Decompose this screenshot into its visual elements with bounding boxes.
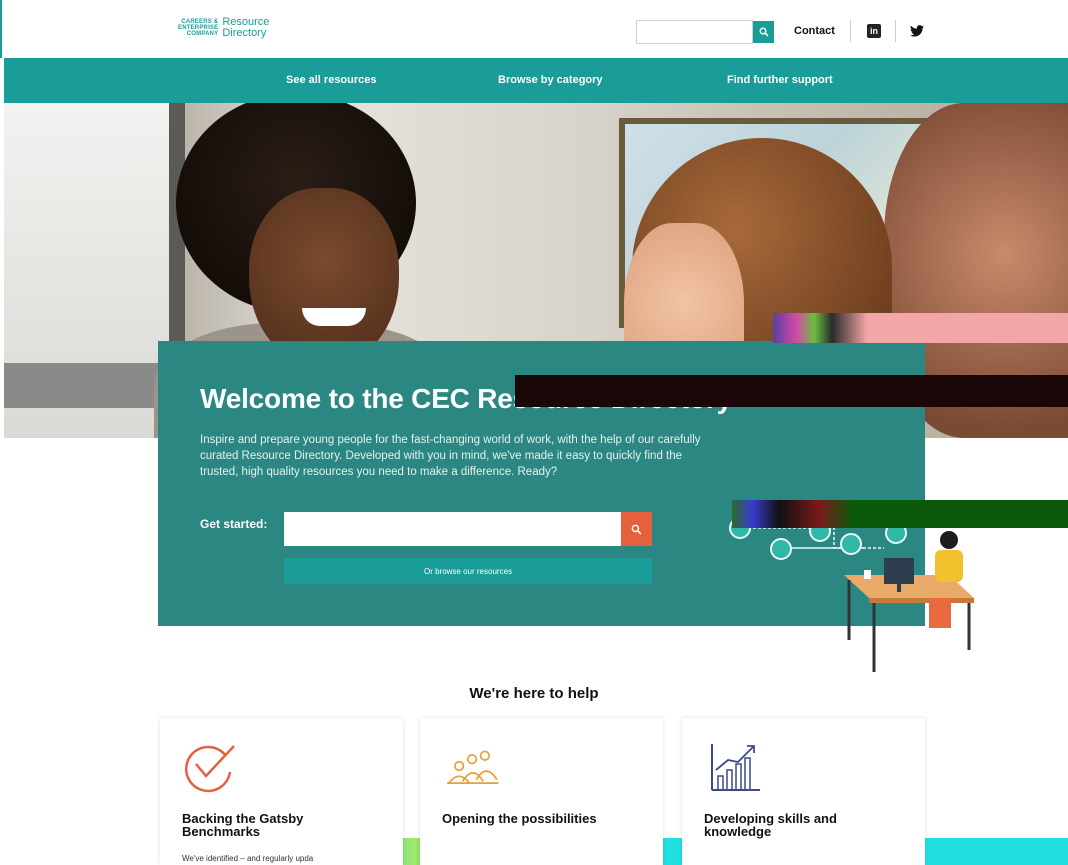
card-title: Opening the possibilities <box>442 811 597 826</box>
header-search-button[interactable] <box>753 21 774 43</box>
logo-text-line: Directory <box>222 27 267 39</box>
benefit-card[interactable]: Backing the Gatsby Benchmarks We've iden… <box>160 718 403 865</box>
get-started-label: Get started: <box>200 517 268 531</box>
render-artifact <box>773 313 1068 343</box>
benefit-card[interactable]: Opening the possibilities <box>420 718 663 865</box>
card-title: Developing skills and knowledge <box>704 811 837 839</box>
logo-mark-line: COMPANY <box>186 31 219 37</box>
contact-link[interactable]: Contact <box>794 25 835 37</box>
cec-logo-mark: CAREERS & ENTERPRISE COMPANY <box>178 19 218 37</box>
render-artifact <box>515 375 1068 407</box>
hero-person-smile <box>302 308 366 326</box>
hero-desk <box>4 363 164 408</box>
benefit-card[interactable]: Developing skills and knowledge <box>682 718 925 865</box>
nav-see-all-resources[interactable]: See all resources <box>286 74 377 86</box>
search-icon <box>631 524 642 534</box>
browse-resources-button[interactable]: Or browse our resources <box>284 558 652 584</box>
linkedin-icon[interactable]: in <box>867 24 881 38</box>
get-started-search-button[interactable] <box>621 512 652 546</box>
search-icon <box>759 27 769 37</box>
site-header: CAREERS & ENTERPRISE COMPANY Resource Di… <box>0 0 1068 58</box>
people-group-icon <box>447 750 499 784</box>
nav-browse-by-category[interactable]: Browse by category <box>498 74 603 86</box>
play-icon <box>840 533 862 555</box>
card-title: Backing the Gatsby Benchmarks <box>182 811 304 839</box>
illustration-node-icon <box>770 538 792 560</box>
header-search-input[interactable] <box>636 20 753 44</box>
render-artifact <box>732 500 1068 528</box>
growth-chart-icon <box>711 744 760 791</box>
logo-text: Resource Directory <box>222 17 269 39</box>
header-divider <box>895 20 896 42</box>
main-nav: See all resources Browse by category Fin… <box>4 58 1068 103</box>
twitter-icon[interactable] <box>910 24 924 38</box>
header-divider <box>850 20 851 42</box>
welcome-description: Inspire and prepare young people for the… <box>200 434 701 478</box>
twitter-bird-icon <box>910 25 924 37</box>
card-text: We've identified – and regularly upda <box>182 854 314 863</box>
help-section-title: We're here to help <box>469 685 599 702</box>
checkmark-circle-icon <box>185 745 235 793</box>
site-logo[interactable]: CAREERS & ENTERPRISE COMPANY Resource Di… <box>178 17 269 39</box>
nav-find-further-support[interactable]: Find further support <box>727 74 833 86</box>
get-started-search-input[interactable] <box>284 512 621 546</box>
